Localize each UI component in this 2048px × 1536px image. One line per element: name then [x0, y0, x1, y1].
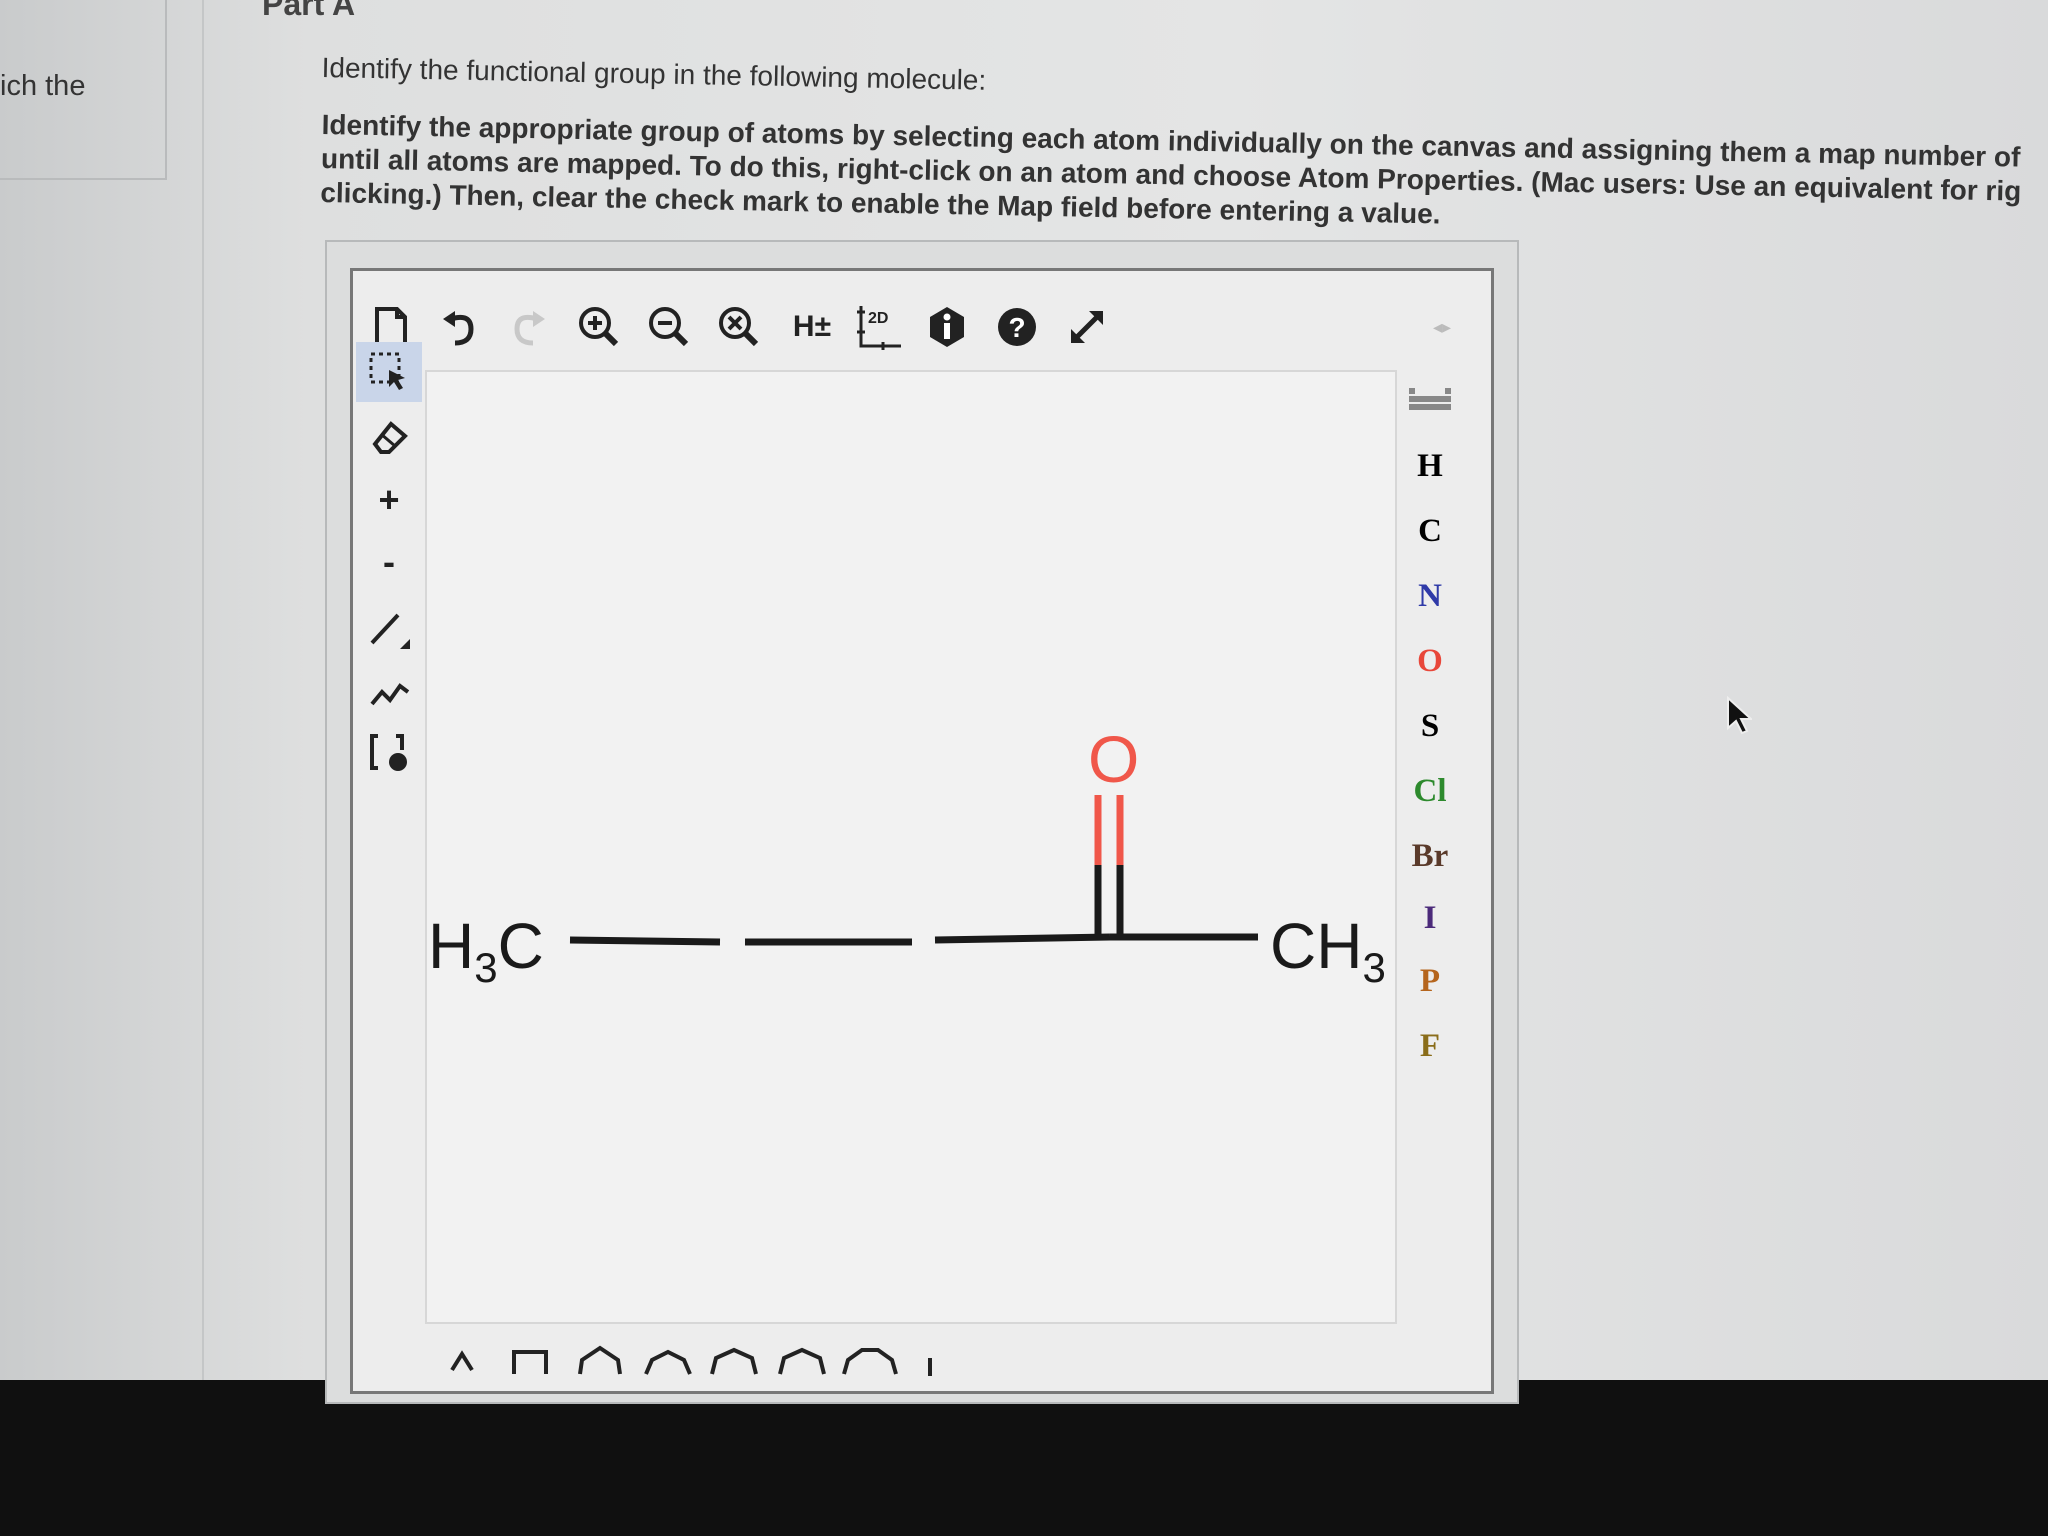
cyclopropane-icon[interactable] — [450, 1350, 474, 1372]
bond-c1-c2[interactable] — [569, 936, 721, 946]
mouse-cursor-icon — [1727, 696, 1752, 735]
element-o-button[interactable]: O — [1400, 643, 1460, 680]
atom-ch3-right[interactable]: CH3 — [1270, 910, 1386, 991]
atom-oxygen[interactable]: O — [1088, 722, 1139, 796]
element-br-button[interactable]: Br — [1400, 838, 1460, 875]
periodic-table-icon[interactable] — [1400, 384, 1460, 423]
atom-label-ch: CH — [1270, 910, 1362, 982]
element-n-button[interactable]: N — [1400, 578, 1460, 615]
cyclobutane-icon[interactable] — [512, 1350, 548, 1374]
cycloheptane-icon[interactable] — [778, 1347, 826, 1375]
element-cl-button[interactable]: Cl — [1400, 773, 1460, 810]
bond-c3-c4[interactable] — [934, 933, 1111, 944]
cyclooctane-icon[interactable] — [842, 1348, 898, 1375]
element-palette: H C N O S Cl Br I P F — [1400, 380, 1460, 1080]
element-h-button[interactable]: H — [1400, 448, 1460, 485]
cyclopentane-icon[interactable] — [578, 1345, 622, 1375]
ring-template-bar — [450, 1345, 932, 1376]
molecule-structure: H3C CH3 O — [428, 722, 1386, 991]
atom-subscript: 3 — [474, 944, 497, 991]
element-f-button[interactable]: F — [1400, 1028, 1460, 1065]
element-i-button[interactable]: I — [1400, 900, 1460, 937]
element-s-button[interactable]: S — [1400, 708, 1460, 745]
atom-subscript: 3 — [1362, 944, 1385, 991]
benzene-icon[interactable] — [710, 1347, 758, 1375]
cyclohexane-icon[interactable] — [644, 1349, 692, 1375]
atom-label-h: H — [428, 910, 474, 982]
element-p-button[interactable]: P — [1400, 963, 1460, 1000]
atom-ch3-left[interactable]: H3C — [428, 910, 544, 991]
atom-label-c: C — [498, 910, 544, 982]
element-c-button[interactable]: C — [1400, 513, 1460, 550]
